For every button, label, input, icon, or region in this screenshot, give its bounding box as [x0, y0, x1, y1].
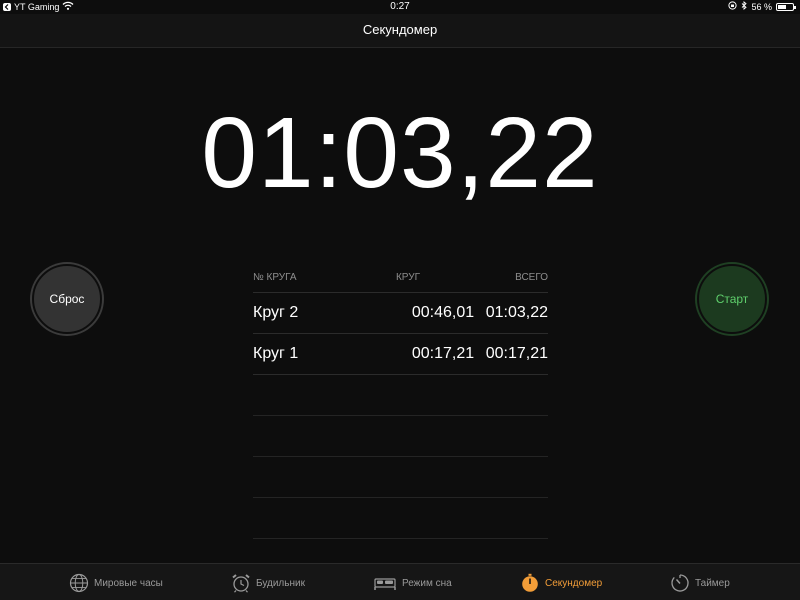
header-lap-time: КРУГ	[395, 272, 421, 283]
bluetooth-icon	[741, 1, 748, 12]
tab-label: Таймер	[695, 577, 730, 589]
page-title: Секундомер	[362, 22, 438, 37]
header-lap-number: № КРУГА	[253, 272, 297, 283]
battery-percent: 56 %	[751, 1, 772, 12]
laps-table: № КРУГА КРУГ ВСЕГО Круг 2 00:46,01 01:03…	[253, 262, 548, 539]
battery-icon	[776, 2, 796, 11]
header-total-time: ВСЕГО	[515, 272, 548, 283]
bed-icon	[373, 573, 397, 593]
lap-row: Круг 1 00:17,21 00:17,21	[253, 334, 548, 375]
empty-row	[253, 457, 548, 498]
lap-name: Круг 1	[253, 345, 299, 362]
status-time: 0:27	[390, 1, 410, 12]
lap-total: 01:03,22	[485, 304, 548, 321]
orientation-lock-icon	[728, 1, 738, 12]
status-bar: YT Gaming 0:27 56 %	[0, 0, 800, 14]
alarm-clock-icon	[231, 573, 251, 593]
start-button[interactable]: Старт	[697, 264, 767, 334]
tab-label: Секундомер	[545, 577, 603, 589]
tab-world-clock[interactable]: Мировые часы	[69, 573, 163, 593]
lap-name: Круг 2	[253, 304, 299, 321]
status-right: 56 %	[728, 1, 796, 12]
lap-row: Круг 2 00:46,01 01:03,22	[253, 293, 548, 334]
tab-label: Будильник	[256, 577, 305, 589]
globe-icon	[69, 573, 89, 593]
tab-label: Режим сна	[402, 577, 452, 589]
empty-row	[253, 498, 548, 539]
stopwatch-icon	[520, 573, 540, 593]
tab-label: Мировые часы	[94, 577, 163, 589]
navigation-bar: Секундомер	[0, 14, 800, 48]
laps-header: № КРУГА КРУГ ВСЕГО	[253, 262, 548, 293]
empty-row	[253, 416, 548, 457]
timer-icon	[670, 573, 690, 593]
tab-stopwatch[interactable]: Секундомер	[520, 573, 602, 593]
stopwatch-time-display: 01:03,22	[201, 97, 599, 209]
lap-total: 00:17,21	[485, 345, 548, 362]
reset-button[interactable]: Сброс	[32, 264, 102, 334]
stopwatch-screen: YT Gaming 0:27 56 % Секундомер 01:03,22 …	[0, 0, 800, 600]
tab-bar: Мировые часы Будильник Режим сна Секундо…	[0, 563, 800, 600]
empty-row	[253, 375, 548, 416]
battery-level	[778, 4, 786, 9]
tab-alarm[interactable]: Будильник	[231, 573, 305, 593]
tab-timer[interactable]: Таймер	[670, 573, 730, 593]
tab-bedtime[interactable]: Режим сна	[373, 573, 452, 593]
